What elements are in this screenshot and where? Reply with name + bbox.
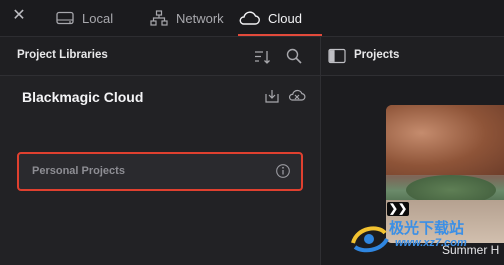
thumbnail-image bbox=[386, 105, 504, 175]
search-icon[interactable] bbox=[285, 47, 303, 65]
drive-icon bbox=[56, 11, 74, 25]
project-libraries-panel: Project Libraries Blackmagic Cloud Perso… bbox=[0, 37, 321, 265]
list-item-personal-projects[interactable]: Personal Projects bbox=[17, 152, 303, 191]
network-icon bbox=[150, 10, 168, 26]
watermark-url: www.xz7.com bbox=[395, 237, 467, 249]
watermark-swirl-icon bbox=[351, 226, 389, 253]
list-item-label: Personal Projects bbox=[32, 165, 125, 177]
section-title: Blackmagic Cloud bbox=[22, 89, 144, 105]
tab-network[interactable]: Network bbox=[150, 0, 224, 36]
watermark-text: 极光下载站 bbox=[389, 220, 465, 237]
top-tab-bar: ✕ Local Network Cloud bbox=[0, 0, 504, 37]
info-icon[interactable] bbox=[275, 163, 293, 181]
tab-label: Local bbox=[82, 10, 114, 26]
panel-title: Projects bbox=[354, 49, 400, 61]
cloud-remove-icon[interactable] bbox=[288, 88, 306, 106]
tab-local[interactable]: Local bbox=[56, 0, 113, 36]
tab-cloud[interactable]: Cloud bbox=[238, 0, 322, 36]
download-icon[interactable] bbox=[264, 88, 282, 106]
watermark-logo: 极光下载站 www.xz7.com bbox=[345, 213, 504, 265]
tab-label: Cloud bbox=[268, 10, 302, 26]
tab-label: Network bbox=[176, 10, 224, 26]
sidebar-toggle-icon[interactable] bbox=[328, 48, 346, 66]
panel-header: Project Libraries bbox=[0, 37, 320, 76]
cloud-icon bbox=[238, 11, 260, 25]
close-icon[interactable]: ✕ bbox=[10, 7, 28, 25]
sort-icon[interactable] bbox=[253, 48, 271, 66]
projects-header: Projects bbox=[321, 37, 504, 76]
panel-title: Project Libraries bbox=[17, 49, 108, 61]
